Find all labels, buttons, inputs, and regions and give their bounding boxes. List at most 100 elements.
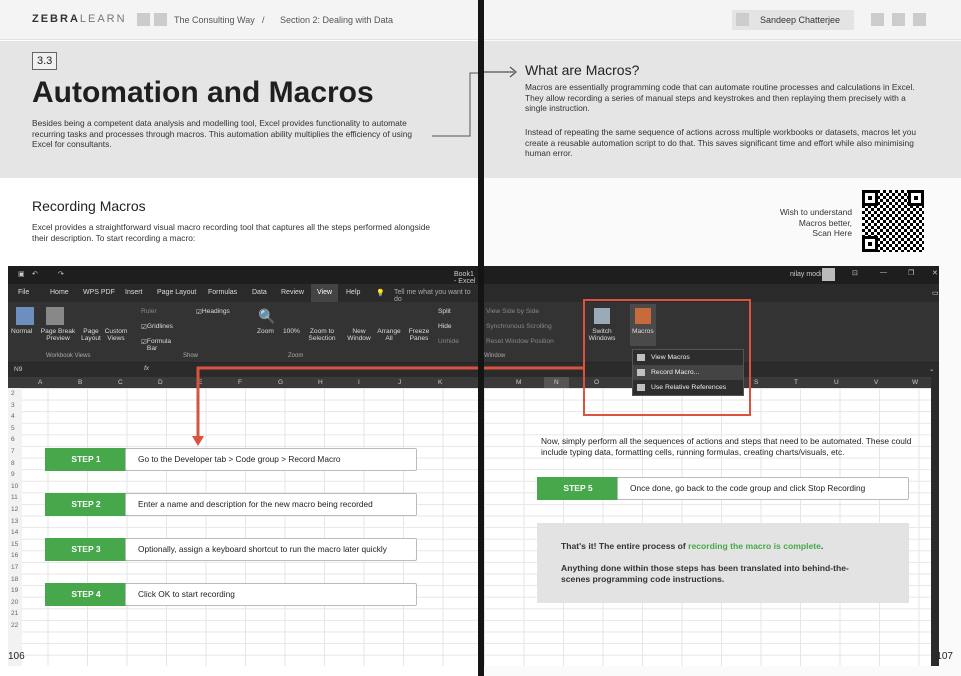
tab-wps-pdf[interactable]: WPS PDF [83, 289, 115, 296]
row-header[interactable]: 4 [11, 413, 15, 420]
arrange-all-button[interactable]: Arrange All [376, 328, 402, 342]
row-header[interactable]: 10 [11, 483, 18, 490]
tab-data[interactable]: Data [252, 289, 267, 296]
row-header[interactable]: 11 [11, 494, 18, 501]
section-number: 3.3 [32, 52, 58, 70]
breadcrumb-section: Section 2: Dealing with Data [280, 15, 394, 25]
restore-icon[interactable]: ❐ [908, 269, 914, 277]
expand-formula-icon[interactable]: ⌄ [929, 365, 934, 373]
excel-user: nilay modi [790, 271, 822, 278]
comments-icon[interactable]: ▭ [932, 289, 939, 297]
page-break-button[interactable]: Page Break Preview [38, 328, 78, 342]
step-text: Enter a name and description for the new… [125, 493, 417, 516]
excel-title-bar: ▣ ↶ ↷ Book1 - Excel [8, 266, 478, 285]
column-header[interactable]: D [158, 379, 163, 386]
header-square-icon [137, 13, 150, 26]
qr-code[interactable] [862, 190, 924, 252]
tab-help[interactable]: Help [346, 289, 360, 296]
fx-icon[interactable]: fx [144, 365, 149, 372]
view-side-by-side[interactable]: View Side by Side [486, 308, 539, 315]
column-header[interactable]: U [834, 379, 839, 386]
row-header[interactable]: 18 [11, 576, 18, 583]
reset-window-position[interactable]: Reset Window Position [486, 338, 554, 345]
hide-button[interactable]: Hide [438, 323, 452, 330]
new-window-button[interactable]: New Window [346, 328, 372, 342]
tab-review[interactable]: Review [281, 289, 304, 296]
ribbon-display-icon[interactable]: ⊡ [852, 269, 858, 277]
header-square-icon[interactable] [871, 13, 884, 26]
row-header[interactable]: 7 [11, 448, 15, 455]
row-header[interactable]: 21 [11, 610, 18, 617]
row-header[interactable]: 12 [11, 506, 18, 513]
undo-icon[interactable]: ↶ [32, 270, 38, 278]
row-header[interactable]: 9 [11, 471, 15, 478]
synchronous-scrolling[interactable]: Synchronous Scrolling [486, 323, 552, 330]
row-header[interactable]: 16 [11, 552, 18, 559]
save-icon[interactable]: ▣ [18, 270, 25, 278]
tab-formulas[interactable]: Formulas [208, 289, 237, 296]
tell-me-search[interactable]: Tell me what you want to do [394, 289, 478, 303]
column-header[interactable]: M [516, 379, 521, 386]
header-square-icon[interactable] [892, 13, 905, 26]
qr-caption: Wish to understand Macros better, Scan H… [779, 207, 852, 239]
breadcrumb-separator: / [262, 15, 265, 25]
redo-icon[interactable]: ↷ [58, 270, 64, 278]
column-header[interactable]: A [38, 379, 42, 386]
row-header[interactable]: 8 [11, 460, 15, 467]
show-group-label: Show [183, 353, 199, 359]
row-header[interactable]: 19 [11, 587, 18, 594]
freeze-panes-button[interactable]: Freeze Panes [406, 328, 432, 342]
normal-view-button[interactable]: Normal [11, 328, 32, 335]
intro-text: Besides being a competent data analysis … [32, 118, 413, 150]
column-header[interactable]: S [754, 379, 758, 386]
column-header-selected[interactable]: N [544, 377, 569, 388]
zoom-to-selection-button[interactable]: Zoom to Selection [304, 328, 340, 342]
row-header[interactable]: 13 [11, 518, 18, 525]
split-button[interactable]: Split [438, 308, 451, 315]
header-bar: Sandeep Chatterjee [484, 0, 961, 40]
close-icon[interactable]: ✕ [932, 269, 938, 277]
zoom-button[interactable]: Zoom [257, 328, 274, 335]
row-header[interactable]: 6 [11, 436, 15, 443]
minimize-icon[interactable]: — [880, 269, 887, 276]
row-header[interactable]: 20 [11, 599, 18, 606]
unhide-button[interactable]: Unhide [438, 338, 459, 345]
tab-file[interactable]: File [18, 289, 29, 296]
tab-page-layout[interactable]: Page Layout [157, 289, 196, 296]
formula-bar-checkbox[interactable]: ☑ Formula Bar [141, 338, 171, 352]
tab-insert[interactable]: Insert [125, 289, 143, 296]
header-square-icon[interactable] [913, 13, 926, 26]
row-header[interactable]: 2 [11, 390, 15, 397]
red-arrow [192, 366, 478, 446]
row-header[interactable]: 14 [11, 529, 18, 536]
column-header[interactable]: W [912, 379, 918, 386]
ruler-checkbox[interactable]: Ruler [141, 308, 157, 315]
gridlines-checkbox[interactable]: ☑ Gridlines [141, 323, 173, 331]
step-label: STEP 5 [537, 477, 619, 500]
column-header[interactable]: T [794, 379, 798, 386]
row-header[interactable]: 15 [11, 541, 18, 548]
window-group-label: Window [484, 353, 506, 359]
row-header[interactable]: 17 [11, 564, 18, 571]
column-header[interactable]: C [118, 379, 123, 386]
user-chip[interactable]: Sandeep Chatterjee [732, 10, 854, 30]
tab-home[interactable]: Home [50, 289, 69, 296]
recording-macros-text: Excel provides a straightforward visual … [32, 222, 431, 243]
page-number-left: 106 [8, 651, 25, 662]
zoom-100-button[interactable]: 100% [283, 328, 300, 335]
row-header[interactable]: 22 [11, 622, 18, 629]
column-header[interactable]: V [874, 379, 878, 386]
column-header[interactable]: B [78, 379, 82, 386]
ribbon: Normal Page Break Preview Page Layout Cu… [8, 302, 478, 362]
page-layout-button[interactable]: Page Layout [81, 328, 101, 342]
row-header[interactable]: 5 [11, 425, 15, 432]
row-header[interactable]: 3 [11, 402, 15, 409]
custom-views-button[interactable]: Custom Views [103, 328, 129, 342]
tab-view[interactable]: View [311, 284, 339, 302]
step-text: Go to the Developer tab > Code group > R… [125, 448, 417, 471]
callout-line-2: Anything done within those steps has bee… [561, 562, 849, 585]
step-label: STEP 1 [45, 448, 127, 471]
vertical-scrollbar[interactable] [931, 377, 939, 666]
name-box[interactable]: N9 [14, 366, 22, 373]
headings-checkbox[interactable]: ☑ Headings [196, 308, 230, 316]
